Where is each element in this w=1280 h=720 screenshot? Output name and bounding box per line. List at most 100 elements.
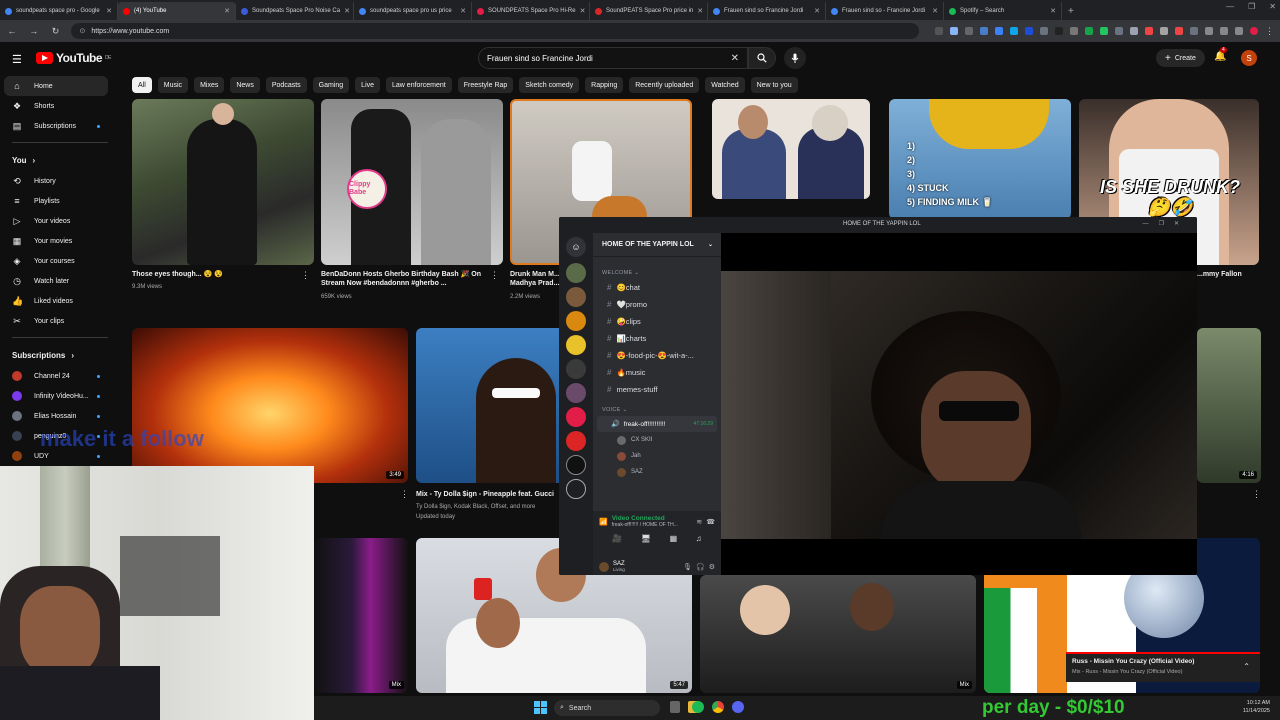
youtube-logo[interactable]: YouTube DE (36, 51, 111, 65)
soundboard-icon[interactable]: ♫ (696, 534, 702, 543)
search-input[interactable]: Frauen sind so Francine Jordi ✕ (478, 47, 748, 69)
cast-icon[interactable] (935, 27, 944, 35)
sidebar-item-history[interactable]: ⟲ History (0, 171, 118, 191)
chip-watched[interactable]: Watched (705, 77, 745, 93)
voice-member[interactable]: Jah (593, 448, 721, 464)
video-thumbnail[interactable]: Clippy Babe (321, 99, 503, 265)
start-button[interactable] (534, 701, 547, 714)
sidebar-item-shorts[interactable]: ❖ Shorts (0, 96, 118, 116)
address-bar[interactable]: ⊙ https://www.youtube.com (71, 23, 920, 39)
search-button[interactable] (748, 47, 776, 69)
chip-news[interactable]: News (230, 77, 260, 93)
video-thumbnail[interactable]: 1) 2) 3) 4) STUCK 5) FINDING MILK 🥛 (889, 99, 1071, 219)
extensions-puzzle-icon[interactable] (1220, 27, 1229, 35)
video-thumbnail[interactable]: 3:49 (132, 328, 408, 483)
spotify-icon[interactable] (692, 701, 704, 713)
video-stage[interactable] (721, 233, 1197, 575)
close-tab-icon[interactable]: ✕ (224, 7, 230, 15)
text-channel[interactable]: # 🤪clips (593, 313, 721, 330)
extension-icon[interactable] (1070, 27, 1079, 35)
forward-icon[interactable]: → (28, 26, 40, 36)
chevron-up-icon[interactable]: ⌃ (1243, 662, 1250, 671)
browser-tab[interactable]: SOUNDPEATS Space Pro Hi-Re ✕ (472, 2, 590, 20)
sidebar-item-your-movies[interactable]: ▦ Your movies (0, 231, 118, 251)
close-tab-icon[interactable]: ✕ (814, 7, 820, 15)
video-thumbnail[interactable]: Mix (314, 538, 408, 693)
text-channel[interactable]: # 🔥music (593, 364, 721, 381)
chip-live[interactable]: Live (355, 77, 381, 93)
browser-tab[interactable]: (4) YouTube ✕ (118, 2, 236, 20)
chip-sketch-comedy[interactable]: Sketch comedy (519, 77, 580, 93)
close-tab-icon[interactable]: ✕ (344, 7, 350, 15)
chip-law-enforcement[interactable]: Law enforcement (386, 77, 452, 93)
screen-share-icon[interactable]: 🖥 (641, 534, 651, 543)
close-tab-icon[interactable]: ✕ (697, 7, 703, 15)
close-tab-icon[interactable]: ✕ (1050, 7, 1056, 15)
star-icon[interactable] (950, 27, 959, 35)
profile-icon[interactable] (1250, 27, 1259, 35)
category-welcome[interactable]: Welcome ⌄ (593, 267, 721, 279)
server-icon[interactable] (566, 479, 586, 499)
extension-icon[interactable] (1055, 27, 1064, 35)
discord-icon[interactable] (732, 701, 744, 713)
extension-icon[interactable] (1085, 27, 1094, 35)
hamburger-menu-icon[interactable]: ☰ (12, 53, 22, 66)
text-channel[interactable]: # 📊charts (593, 330, 721, 347)
extension-icon[interactable] (995, 27, 1004, 35)
video-thumbnail[interactable] (712, 99, 870, 199)
activities-icon[interactable]: ▦ (670, 534, 678, 543)
browser-tab[interactable]: soundpeats space pro us price ✕ (354, 2, 472, 20)
reload-icon[interactable]: ↻ (50, 26, 62, 37)
text-channel[interactable]: # 🤍promo (593, 296, 721, 313)
sidebar-item-watch-later[interactable]: ◷ Watch later (0, 271, 118, 291)
sidebar-you-header[interactable]: You › (0, 149, 118, 171)
new-tab-icon[interactable]: + (1062, 2, 1080, 20)
chip-podcasts[interactable]: Podcasts (265, 77, 307, 93)
server-icon[interactable] (566, 407, 586, 427)
sidebar-subscription[interactable]: Elias Hossain (0, 406, 118, 426)
sidebar-item-playlists[interactable]: ≡ Playlists (0, 191, 118, 211)
close-tab-icon[interactable]: ✕ (106, 7, 112, 15)
text-channel[interactable]: # memes-stuff (593, 381, 721, 398)
extension-icon[interactable] (1145, 27, 1154, 35)
sidebar-item-home[interactable]: ⌂ Home (4, 76, 108, 96)
avatar[interactable]: S (1241, 50, 1257, 66)
server-icon[interactable] (566, 383, 586, 403)
video-title[interactable]: Mix - Ty Dolla $ign - Pineapple feat. Gu… (416, 490, 566, 499)
video-title[interactable]: BenDaDonn Hosts Gherbo Birthday Bash 🎉 O… (321, 270, 483, 288)
menu-dots-icon[interactable]: ⋮ (1265, 26, 1274, 37)
video-title[interactable]: Those eyes though... 😵 😵 (132, 270, 292, 279)
server-icon[interactable] (566, 455, 586, 475)
voice-member[interactable]: SAZ (593, 464, 721, 480)
taskbar-search[interactable]: ⌕ Search (554, 700, 660, 716)
server-icon[interactable] (566, 359, 586, 379)
mini-player-title[interactable]: Russ - Missin You Crazy (Official Video) (1072, 658, 1194, 665)
close-tab-icon[interactable]: ✕ (932, 7, 938, 15)
sidebar-subscription[interactable]: Channel 24 (0, 366, 118, 386)
extension-icon[interactable] (1040, 27, 1049, 35)
browser-tab[interactable]: Spotify – Search ✕ (944, 2, 1062, 20)
sidebar-item-your-clips[interactable]: ✂ Your clips (0, 311, 118, 331)
more-options-icon[interactable]: ⋮ (490, 270, 499, 281)
create-button[interactable]: + Create (1156, 49, 1205, 67)
server-icon[interactable] (566, 431, 586, 451)
sidebar-item-liked-videos[interactable]: 👍 Liked videos (0, 291, 118, 311)
sidebar-subscription[interactable]: Infinity VideoHu... (0, 386, 118, 406)
settings-gear-icon[interactable]: ⚙ (709, 563, 715, 571)
more-options-icon[interactable]: ⋮ (1252, 489, 1261, 500)
video-thumbnail[interactable]: 4:16 (1197, 328, 1261, 483)
extension-icon[interactable] (1160, 27, 1169, 35)
sidebar-subscriptions-header[interactable]: Subscriptions › (0, 344, 118, 366)
browser-tab[interactable]: Soundpeats Space Pro Noise Ca ✕ (236, 2, 354, 20)
camera-off-icon[interactable]: 🎥 (612, 534, 622, 543)
server-name-header[interactable]: HOME OF THE YAPPIN LOL ⌄ (593, 233, 721, 257)
video-title[interactable]: Drunk Man M... Madhya Prad... (510, 270, 560, 288)
extension-icon[interactable] (1190, 27, 1199, 35)
headphones-icon[interactable]: 🎧 (696, 563, 705, 571)
disconnect-icon[interactable]: ☎ (706, 518, 715, 526)
task-view-icon[interactable] (670, 701, 680, 713)
voice-search-button[interactable] (784, 47, 806, 69)
video-thumbnail[interactable] (132, 99, 314, 265)
extension-icon[interactable] (1100, 27, 1109, 35)
close-tab-icon[interactable]: ✕ (460, 7, 466, 15)
